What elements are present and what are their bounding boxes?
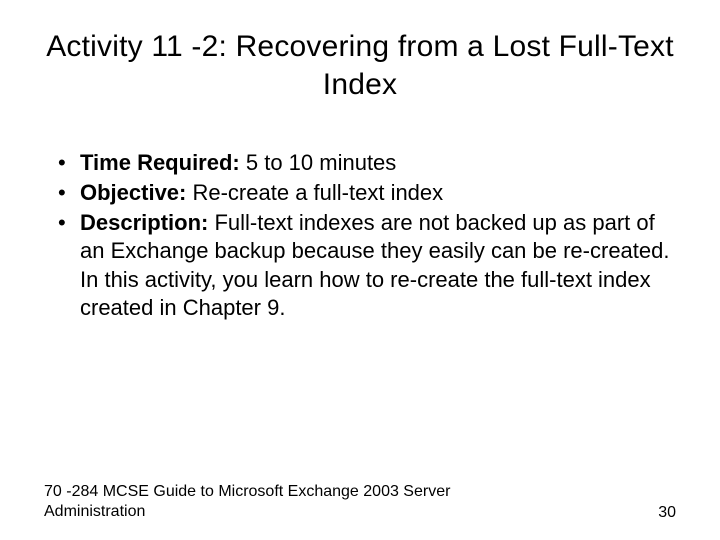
bullet-list: Time Required: 5 to 10 minutes Objective… — [44, 149, 676, 322]
list-item: Description: Full-text indexes are not b… — [58, 209, 676, 322]
slide-title: Activity 11 -2: Recovering from a Lost F… — [44, 28, 676, 103]
bullet-text: 5 to 10 minutes — [240, 150, 397, 175]
bullet-text: Re-create a full-text index — [186, 180, 443, 205]
list-item: Objective: Re-create a full-text index — [58, 179, 676, 207]
bullet-label: Time Required: — [80, 150, 240, 175]
footer-text: 70 -284 MCSE Guide to Microsoft Exchange… — [44, 482, 474, 522]
bullet-label: Objective: — [80, 180, 186, 205]
bullet-label: Description: — [80, 210, 208, 235]
page-number: 30 — [658, 504, 676, 522]
list-item: Time Required: 5 to 10 minutes — [58, 149, 676, 177]
slide-footer: 70 -284 MCSE Guide to Microsoft Exchange… — [44, 482, 676, 522]
slide: Activity 11 -2: Recovering from a Lost F… — [0, 0, 720, 540]
